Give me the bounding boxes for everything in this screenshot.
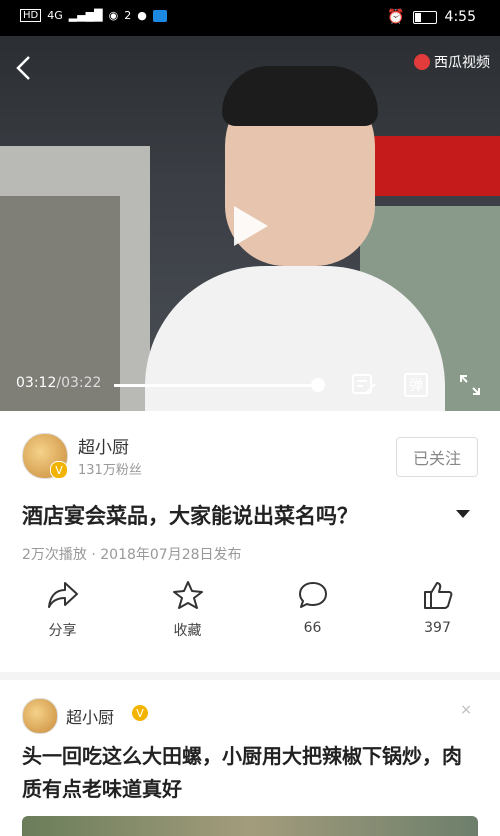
progress-fill: [114, 384, 318, 387]
status-bar: HD 4G ▂▄▆█ ◉ 2 ● ⏰ 4:55: [0, 0, 500, 36]
video-player[interactable]: 西瓜视频 03:12/03:22 弹: [0, 36, 500, 411]
danmaku-toggle[interactable]: 弹: [402, 371, 430, 399]
video-frame-sign: [360, 136, 500, 196]
app-notification-icon: [152, 9, 167, 22]
favorite-label: 收藏: [173, 623, 202, 639]
chevron-left-icon: [16, 56, 30, 80]
video-frame-person-hair: [222, 66, 378, 126]
video-title: 酒店宴会菜品，大家能说出菜名吗？: [22, 504, 358, 528]
comment-count: 66: [303, 620, 322, 636]
author-fans: 131万粉丝: [78, 463, 142, 478]
verified-badge-icon: V: [50, 461, 68, 479]
wifi-icon: ◉: [108, 9, 119, 22]
alarm-icon: ⏰: [387, 9, 405, 25]
watermark-text: 西瓜视频: [434, 55, 490, 71]
fullscreen-icon: [460, 375, 480, 395]
battery-icon: [412, 10, 437, 24]
clock: 4:55: [444, 9, 476, 25]
thumbs-up-icon: [423, 582, 452, 609]
progress-bar[interactable]: [114, 378, 325, 392]
author-row: V 超小厨 131万粉丝 已关注: [0, 411, 500, 491]
comment-button[interactable]: 66: [250, 580, 375, 660]
author-name[interactable]: 超小厨: [78, 433, 129, 458]
favorite-button[interactable]: 收藏: [125, 580, 250, 660]
video-controls: 03:12/03:22 弹: [0, 371, 500, 401]
status-right: ⏰ 4:55: [387, 9, 476, 25]
share-label: 分享: [48, 623, 77, 639]
expand-arrow-icon[interactable]: [456, 510, 470, 518]
status-left: HD 4G ▂▄▆█ ◉ 2 ●: [20, 9, 167, 22]
play-icon[interactable]: [234, 206, 268, 246]
progress-handle[interactable]: [310, 378, 325, 392]
dismiss-button[interactable]: ×: [460, 702, 472, 718]
section-divider: [0, 672, 500, 680]
video-watermark: 西瓜视频: [414, 52, 490, 72]
recommended-author-name[interactable]: 超小厨: [66, 704, 114, 728]
star-icon: [172, 581, 203, 609]
recommended-verified-icon: V: [132, 705, 148, 721]
wechat-icon: ●: [137, 9, 147, 22]
edit-note-icon: [352, 374, 376, 394]
current-time: 03:12: [16, 375, 57, 391]
share-icon: [47, 582, 78, 608]
total-time: 03:22: [61, 375, 102, 391]
back-button[interactable]: [14, 54, 34, 87]
wifi-badge: 2: [124, 9, 132, 22]
xigua-logo-icon: [414, 54, 430, 70]
time-display: 03:12/03:22: [16, 375, 101, 391]
video-meta: 2万次播放 · 2018年07月28日发布: [22, 547, 242, 563]
network-label: 4G: [47, 9, 63, 22]
hd-icon: HD: [20, 9, 42, 22]
fullscreen-button[interactable]: [456, 371, 484, 399]
follow-button[interactable]: 已关注: [396, 437, 478, 477]
comment-icon: [298, 582, 327, 608]
recommended-title[interactable]: 头一回吃这么大田螺，小厨用大把辣椒下锅炒，肉质有点老味道真好: [22, 740, 478, 806]
like-button[interactable]: 397: [375, 580, 500, 660]
like-count: 397: [424, 620, 451, 636]
signal-icon: ▂▄▆█: [68, 9, 103, 22]
recommended-thumbnail[interactable]: [22, 816, 478, 836]
action-bar: 分享 收藏 66 397: [0, 580, 500, 660]
edit-note-button[interactable]: [350, 371, 378, 399]
danmaku-label: 弹: [404, 373, 428, 397]
recommended-avatar[interactable]: [22, 698, 58, 734]
share-button[interactable]: 分享: [0, 580, 125, 660]
